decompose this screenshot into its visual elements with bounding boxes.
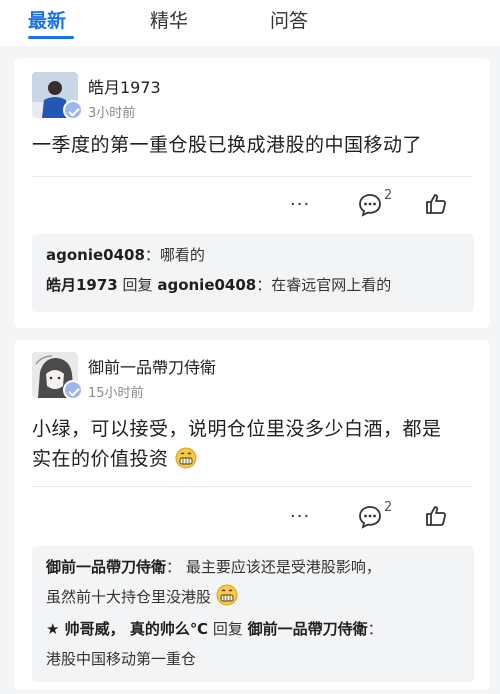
post-time: 3小时前 xyxy=(88,106,136,121)
grinning-emoji-icon xyxy=(216,584,238,606)
reply-separator: ： xyxy=(256,276,272,294)
comment-bubble-icon xyxy=(359,506,381,529)
verified-badge-icon xyxy=(63,380,83,400)
post-text-line: 实在的价值投资 xyxy=(32,444,477,474)
reply-author[interactable]: 皓月1973 xyxy=(46,276,118,294)
post-text-line: 小绿，可以接受，说明仓位里没多少白酒，都是 xyxy=(32,418,442,440)
divider xyxy=(32,486,472,487)
post-text: 小绿，可以接受，说明仓位里没多少白酒，都是 实在的价值投资 xyxy=(32,414,477,474)
post-username[interactable]: 御前一品帶刀侍衛 xyxy=(88,354,216,378)
reply-author[interactable]: agonie0408 xyxy=(46,246,145,264)
more-button[interactable]: ··· xyxy=(290,506,310,527)
grinning-emoji-icon xyxy=(175,447,197,469)
post-time: 15小时前 xyxy=(88,386,144,401)
post-text: 一季度的第一重仓股已换成港股的中国移动了 xyxy=(32,134,423,156)
active-tab-indicator xyxy=(28,36,74,39)
reply-text: 虽然前十大持仓里没港股 xyxy=(46,588,212,606)
reply-text: 哪看的 xyxy=(159,246,205,264)
like-button[interactable] xyxy=(424,504,448,532)
reply-item[interactable]: agonie0408：哪看的 xyxy=(46,242,466,268)
reply-item[interactable]: 御前一品帶刀侍衛： 最主要应该还是受港股影响， 虽然前十大持仓里没港股 xyxy=(46,554,466,610)
reply-item[interactable]: 皓月1973 回复 agonie0408：在睿远官网上看的 xyxy=(46,272,466,298)
tab-featured[interactable]: 精华 xyxy=(150,6,188,33)
post-username[interactable]: 皓月1973 xyxy=(88,74,161,98)
reply-separator: ： xyxy=(367,620,383,638)
reply-target[interactable]: agonie0408 xyxy=(157,276,256,294)
reply-item[interactable]: ★ 帅哥威， 真的帅么℃ 回复 御前一品帶刀侍衛： 港股中国移动第一重仓 xyxy=(46,616,466,672)
reply-word: 回复 xyxy=(122,276,153,294)
reply-separator: ： xyxy=(166,558,182,576)
thumbs-up-icon xyxy=(426,506,446,526)
reply-list: 御前一品帶刀侍衛： 最主要应该还是受港股影响， 虽然前十大持仓里没港股 ★ 帅哥… xyxy=(32,546,474,682)
reply-author[interactable]: ★ 帅哥威， 真的帅么℃ xyxy=(46,620,208,638)
reply-target[interactable]: 御前一品帶刀侍衛 xyxy=(248,620,368,638)
divider xyxy=(32,176,472,177)
reply-list: agonie0408：哪看的 皓月1973 回复 agonie0408：在睿远官… xyxy=(32,234,474,312)
tab-qa[interactable]: 问答 xyxy=(270,6,308,33)
reply-word: 回复 xyxy=(212,620,243,638)
reply-author[interactable]: 御前一品帶刀侍衛 xyxy=(46,558,166,576)
post-card: 御前一品帶刀侍衛 15小时前 小绿，可以接受，说明仓位里没多少白酒，都是 实在的… xyxy=(14,340,490,690)
reply-text: 最主要应该还是受港股影响， xyxy=(185,558,381,576)
tab-bar: 最新 精华 问答 xyxy=(0,0,500,46)
comment-count: 2 xyxy=(384,188,393,203)
comment-bubble-icon xyxy=(359,194,381,217)
verified-badge-icon xyxy=(63,100,83,120)
comment-button[interactable] xyxy=(357,192,383,222)
reply-text: 在睿远官网上看的 xyxy=(271,276,392,294)
tab-latest[interactable]: 最新 xyxy=(28,6,66,33)
more-button[interactable]: ··· xyxy=(290,194,310,215)
like-button[interactable] xyxy=(424,192,448,220)
comment-count: 2 xyxy=(384,500,393,515)
reply-text: 港股中国移动第一重仓 xyxy=(46,650,197,668)
reply-separator: ： xyxy=(144,246,160,264)
post-card: 皓月1973 3小时前 一季度的第一重仓股已换成港股的中国移动了 ··· 2 a… xyxy=(14,58,490,328)
comment-button[interactable] xyxy=(357,504,383,534)
thumbs-up-icon xyxy=(426,194,446,214)
